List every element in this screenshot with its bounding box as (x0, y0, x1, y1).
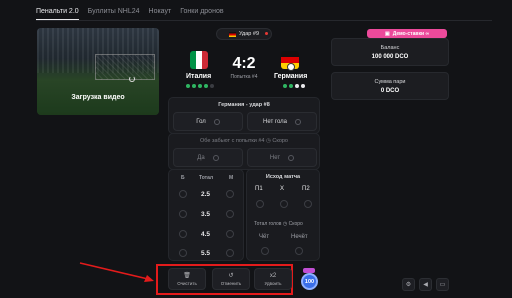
annotation-arrow-icon (79, 262, 154, 282)
